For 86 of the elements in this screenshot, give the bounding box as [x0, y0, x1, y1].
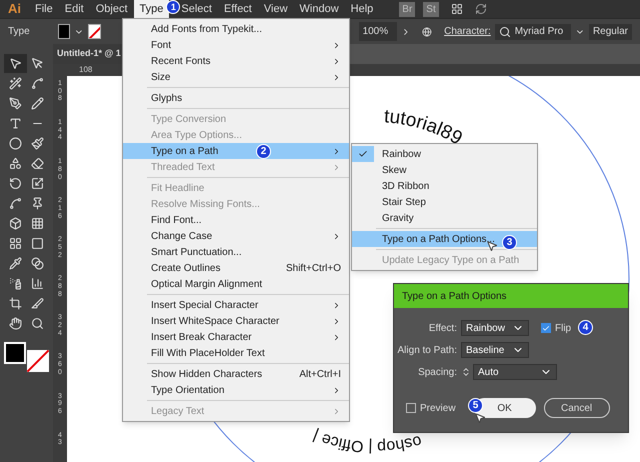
- menu-entry[interactable]: Show Hidden Characters Alt+Ctrl+I: [123, 366, 349, 382]
- cube-icon: [8, 217, 22, 230]
- dialog-title: Type on a Path Options: [394, 284, 628, 308]
- document-tab[interactable]: Untitled-1* @ 1: [53, 44, 125, 64]
- menu-entry[interactable]: Stair Step: [352, 194, 537, 210]
- spray-can-icon: [8, 277, 22, 290]
- menu-entry[interactable]: Insert WhiteSpace Character: [123, 313, 349, 329]
- pencil-icon: [31, 97, 44, 110]
- menu-entry[interactable]: Add Fonts from Typekit...: [123, 21, 349, 37]
- curve-icon: [8, 197, 22, 210]
- menu-entry[interactable]: Glyphs: [123, 90, 349, 106]
- checkbox-label: Flip: [555, 322, 572, 336]
- menu-entry[interactable]: 3D Ribbon: [352, 178, 537, 194]
- menu-item[interactable]: Edit: [58, 0, 90, 18]
- app-logo: Ai: [7, 0, 22, 18]
- check-icon: [542, 324, 550, 332]
- wand-icon: [8, 77, 22, 90]
- menu-item[interactable]: Window: [294, 0, 345, 18]
- stroke-swatch[interactable]: [88, 24, 101, 39]
- menu-item[interactable]: Object: [90, 0, 134, 18]
- field-label: Effect:: [428, 322, 458, 336]
- preview-checkbox[interactable]: [406, 403, 416, 413]
- pointer-icon: [31, 57, 44, 70]
- menu-entry[interactable]: Create Outlines Shift+Ctrl+O: [123, 260, 349, 276]
- menu-entry[interactable]: Optical Margin Alignment: [123, 276, 349, 292]
- effect-select[interactable]: Rainbow: [461, 320, 529, 336]
- spacing-field[interactable]: Auto: [473, 364, 557, 380]
- pen-icon: [8, 97, 22, 110]
- menu-item[interactable]: Effect: [218, 0, 258, 18]
- stepper-icon[interactable]: [461, 366, 471, 378]
- bar-chart-icon: [31, 277, 44, 290]
- search-icon: [31, 317, 44, 330]
- menu-entry[interactable]: Insert Break Character: [123, 329, 349, 345]
- menu-item[interactable]: File: [29, 0, 59, 18]
- pin-icon: [31, 197, 44, 210]
- stroke-color-swatch[interactable]: [26, 350, 48, 372]
- eraser-icon: [31, 157, 44, 170]
- menu-entry[interactable]: Change Case: [123, 228, 349, 244]
- character-link[interactable]: Character:: [444, 24, 491, 39]
- sync-icon[interactable]: [474, 3, 487, 15]
- type-icon: [8, 117, 22, 130]
- square-icon: [31, 237, 44, 250]
- resize-icon: [31, 177, 44, 190]
- menu-item[interactable]: Help: [344, 0, 380, 18]
- checkbox-label: Preview: [420, 402, 456, 416]
- knife-icon: [31, 297, 44, 310]
- menu-entry[interactable]: Skew: [352, 162, 537, 178]
- brush-icon: [31, 137, 44, 150]
- align-select[interactable]: Baseline: [461, 342, 529, 358]
- grid-icon: [31, 217, 44, 230]
- globe-icon[interactable]: [422, 26, 432, 38]
- search-icon: [498, 26, 511, 38]
- menu-entry[interactable]: Smart Punctuation...: [123, 244, 349, 260]
- crop-icon: [8, 297, 22, 310]
- workspace-icon[interactable]: [450, 3, 463, 15]
- field-label: Align to Path:: [396, 344, 458, 358]
- menu-entry[interactable]: Gravity: [352, 210, 537, 226]
- font-field[interactable]: Myriad Pro: [494, 24, 572, 40]
- fill-swatch[interactable]: [58, 24, 70, 39]
- menu-entry[interactable]: Insert Special Character: [123, 297, 349, 313]
- cancel-button[interactable]: Cancel: [544, 398, 610, 418]
- menu-entry[interactable]: Font: [123, 37, 349, 53]
- fill-color-swatch[interactable]: [4, 342, 26, 364]
- eyedropper-icon: [8, 257, 22, 270]
- circle-icon: [8, 137, 22, 150]
- menu-item[interactable]: View: [258, 0, 294, 18]
- path-text: oshop | Office |: [310, 426, 424, 456]
- zoom-field[interactable]: 100%: [358, 22, 397, 41]
- flip-checkbox[interactable]: [541, 323, 551, 333]
- blend-icon: [31, 257, 44, 270]
- menu-entry[interactable]: Fill With PlaceHolder Text: [123, 345, 349, 361]
- menu-entry[interactable]: Find Font...: [123, 212, 349, 228]
- shapes-icon: [8, 157, 22, 170]
- hand-icon: [8, 317, 22, 330]
- control-label: Type: [8, 25, 31, 39]
- style-field[interactable]: Regular: [588, 24, 632, 40]
- curve-icon: [31, 77, 44, 90]
- arrow-icon: [8, 57, 22, 70]
- menu-item[interactable]: Type: [134, 0, 170, 18]
- cursor-icon: [474, 412, 486, 424]
- grid-icon: [8, 237, 22, 250]
- tool-button[interactable]: [4, 54, 26, 73]
- menu-entry[interactable]: Rainbow: [352, 146, 537, 162]
- menu-entry[interactable]: Type Orientation: [123, 382, 349, 398]
- rotate-icon: [8, 177, 22, 190]
- field-label: Spacing:: [417, 366, 458, 380]
